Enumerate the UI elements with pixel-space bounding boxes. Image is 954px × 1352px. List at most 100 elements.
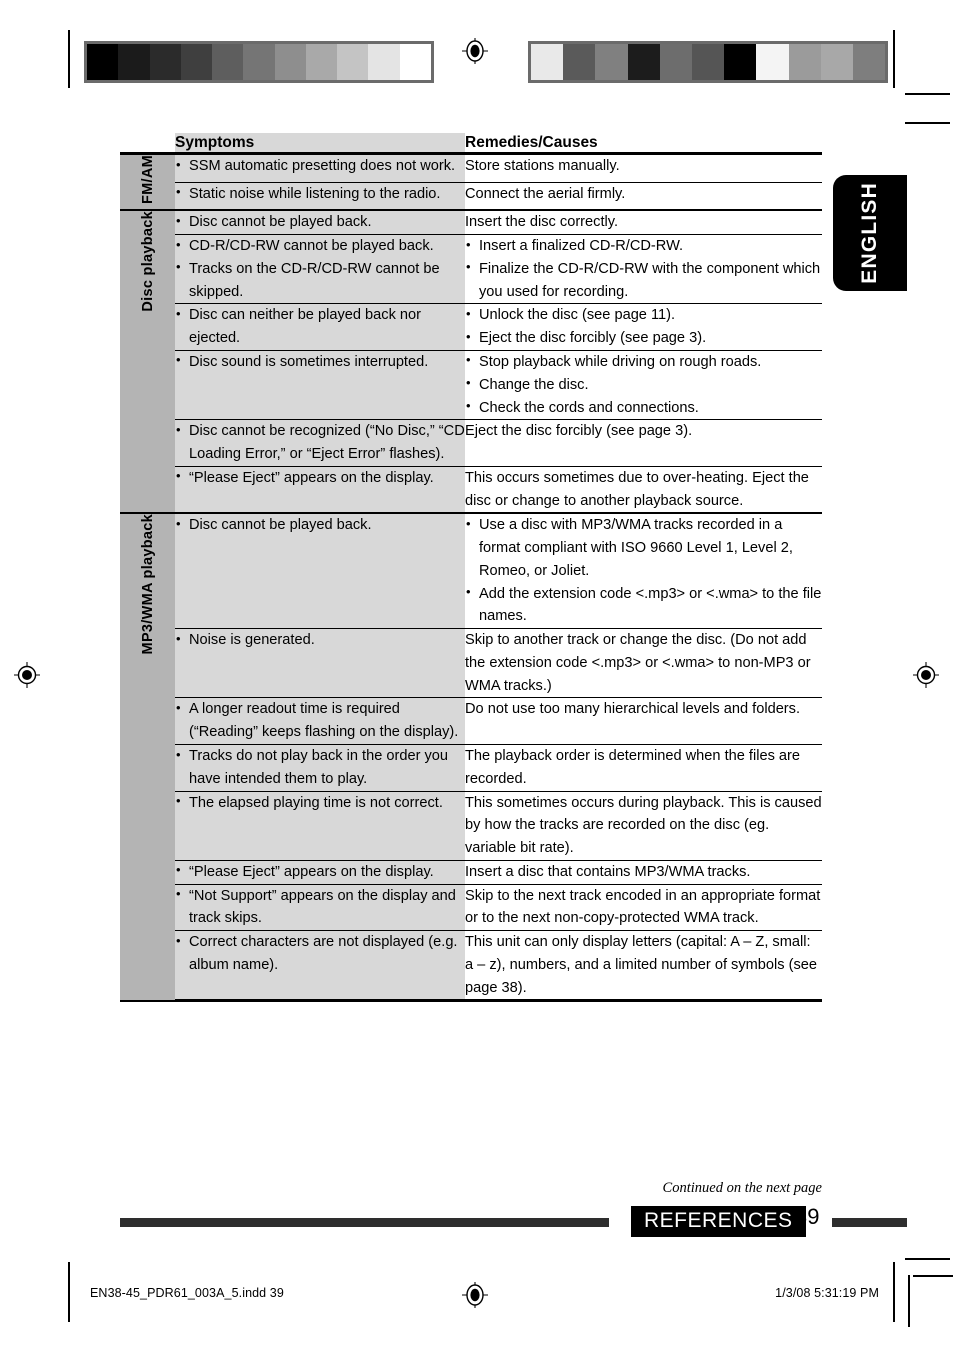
symptom-item: Disc can neither be played back nor ejec… bbox=[175, 304, 465, 350]
symptom-cell: Static noise while listening to the radi… bbox=[175, 182, 465, 212]
remedy-text: Skip to the next track encoded in an app… bbox=[465, 887, 821, 927]
language-tab-label: ENGLISH bbox=[858, 182, 881, 284]
symptom-item: The elapsed playing time is not correct. bbox=[175, 791, 465, 815]
symptom-cell: Correct characters are not displayed (e.… bbox=[175, 930, 465, 1003]
remedy-text: The playback order is determined when th… bbox=[465, 748, 801, 787]
calibration-patch bbox=[724, 44, 757, 80]
remedy-item: Check the cords and connections. bbox=[465, 396, 822, 420]
color-calibration-strip-right bbox=[528, 41, 888, 83]
category-label: FM/AM bbox=[139, 155, 156, 205]
symptom-item: Tracks on the CD-R/CD-RW cannot be skipp… bbox=[175, 257, 465, 304]
symptom-list: SSM automatic presetting does not work. bbox=[175, 155, 465, 178]
symptom-list: Noise is generated. bbox=[175, 629, 465, 652]
calibration-patch bbox=[274, 44, 306, 80]
crop-mark-top-right-h bbox=[905, 93, 950, 95]
calibration-patch bbox=[788, 44, 821, 80]
print-timestamp: 1/3/08 5:31:19 PM bbox=[775, 1286, 879, 1300]
symptom-cell: The elapsed playing time is not correct. bbox=[175, 791, 465, 861]
remedy-text: Connect the aerial firmly. bbox=[465, 185, 626, 202]
category-cell: MP3/WMA playback bbox=[120, 513, 175, 1002]
symptom-list: Static noise while listening to the radi… bbox=[175, 182, 465, 206]
symptom-cell: Tracks do not play back in the order you… bbox=[175, 744, 465, 792]
footer-rule-right bbox=[832, 1218, 907, 1227]
symptom-cell: Disc cannot be played back. bbox=[175, 513, 465, 630]
header-symptoms: Symptoms bbox=[175, 133, 465, 156]
remedy-cell: Store stations manually. bbox=[465, 153, 822, 183]
remedy-item: Unlock the disc (see page 11). bbox=[465, 304, 822, 327]
calibration-patch bbox=[180, 44, 213, 80]
remedy-text: Store stations manually. bbox=[465, 158, 620, 175]
calibration-patch bbox=[852, 44, 886, 80]
remedy-cell: Unlock the disc (see page 11).Eject the … bbox=[465, 303, 822, 351]
calibration-patch bbox=[118, 44, 150, 80]
symptom-cell: Disc cannot be played back. bbox=[175, 210, 465, 236]
table-row: A longer readout time is required (“Read… bbox=[120, 697, 822, 745]
symptom-cell: CD-R/CD-RW cannot be played back.Tracks … bbox=[175, 234, 465, 305]
category-cell: Disc playback bbox=[120, 210, 175, 515]
table-row: Static noise while listening to the radi… bbox=[120, 182, 822, 212]
remedy-text: This occurs sometimes due to over-heatin… bbox=[465, 469, 809, 509]
table-row: Disc sound is sometimes interrupted.Stop… bbox=[120, 350, 822, 421]
symptom-list: Disc cannot be played back. bbox=[175, 514, 465, 537]
remedy-text: Do not use too many hierarchical levels … bbox=[465, 701, 801, 718]
table-row: “Please Eject” appears on the display.Th… bbox=[120, 466, 822, 515]
symptom-list: Disc cannot be played back. bbox=[175, 211, 465, 234]
symptom-item: “Not Support” appears on the display and… bbox=[175, 884, 465, 931]
calibration-patch bbox=[368, 44, 400, 80]
remedy-cell: Insert a finalized CD-R/CD-RW.Finalize t… bbox=[465, 234, 822, 305]
remedy-item: Change the disc. bbox=[465, 373, 822, 397]
remedy-list: Stop playback while driving on rough roa… bbox=[465, 350, 822, 420]
symptom-cell: “Please Eject” appears on the display. bbox=[175, 860, 465, 885]
registration-mark-left bbox=[14, 662, 40, 688]
calibration-patch bbox=[563, 44, 596, 80]
symptom-item: Disc cannot be played back. bbox=[175, 211, 465, 234]
crop-mark-top-right-h2 bbox=[905, 122, 950, 124]
symptom-item: Static noise while listening to the radi… bbox=[175, 182, 465, 206]
crop-mark-top-right bbox=[893, 30, 895, 88]
remedy-cell: This unit can only display letters (capi… bbox=[465, 930, 822, 1003]
color-calibration-strip-left bbox=[84, 41, 434, 83]
remedy-text: This sometimes occurs during playback. T… bbox=[465, 794, 822, 857]
table-row: The elapsed playing time is not correct.… bbox=[120, 791, 822, 861]
symptom-list: “Please Eject” appears on the display. bbox=[175, 860, 465, 884]
symptom-list: CD-R/CD-RW cannot be played back.Tracks … bbox=[175, 235, 465, 303]
footer-page-number: 39 bbox=[795, 1204, 820, 1229]
remedy-text: Insert a disc that contains MP3/WMA trac… bbox=[465, 863, 751, 880]
symptom-list: Tracks do not play back in the order you… bbox=[175, 745, 465, 791]
remedy-cell: Insert a disc that contains MP3/WMA trac… bbox=[465, 860, 822, 885]
registration-mark-bottom-center bbox=[462, 1282, 488, 1308]
crop-mark-bottom-right-v2 bbox=[908, 1275, 910, 1327]
table-row: Noise is generated.Skip to another track… bbox=[120, 628, 822, 699]
calibration-patch bbox=[337, 44, 369, 80]
language-tab-english: ENGLISH bbox=[833, 175, 907, 291]
symptom-item: Noise is generated. bbox=[175, 629, 465, 652]
table-row: Disc can neither be played back nor ejec… bbox=[120, 303, 822, 351]
symptom-item: SSM automatic presetting does not work. bbox=[175, 155, 465, 178]
table-row: “Not Support” appears on the display and… bbox=[120, 884, 822, 932]
remedy-text: Insert the disc correctly. bbox=[465, 214, 619, 231]
symptom-cell: Noise is generated. bbox=[175, 628, 465, 699]
symptom-list: Correct characters are not displayed (e.… bbox=[175, 931, 465, 977]
calibration-patch bbox=[659, 44, 692, 80]
header-category-blank bbox=[120, 133, 175, 156]
category-cell: FM/AM bbox=[120, 153, 175, 212]
remedy-list: Unlock the disc (see page 11).Eject the … bbox=[465, 304, 822, 350]
symptom-cell: “Please Eject” appears on the display. bbox=[175, 466, 465, 515]
remedy-cell: The playback order is determined when th… bbox=[465, 744, 822, 792]
symptom-list: “Not Support” appears on the display and… bbox=[175, 884, 465, 931]
table-header-row: Symptoms Remedies/Causes bbox=[120, 133, 822, 156]
crop-mark-bottom-right-h bbox=[905, 1258, 950, 1260]
continued-note: Continued on the next page bbox=[662, 1180, 822, 1196]
remedy-cell: Eject the disc forcibly (see page 3). bbox=[465, 419, 822, 467]
table-row: CD-R/CD-RW cannot be played back.Tracks … bbox=[120, 234, 822, 305]
remedy-cell: This sometimes occurs during playback. T… bbox=[465, 791, 822, 861]
symptom-cell: SSM automatic presetting does not work. bbox=[175, 153, 465, 183]
remedy-text: Eject the disc forcibly (see page 3). bbox=[465, 423, 693, 440]
remedy-list: Use a disc with MP3/WMA tracks recorded … bbox=[465, 514, 822, 628]
remedy-item: Finalize the CD-R/CD-RW with the compone… bbox=[465, 257, 822, 304]
symptom-item: Disc sound is sometimes interrupted. bbox=[175, 350, 465, 374]
remedy-item: Eject the disc forcibly (see page 3). bbox=[465, 327, 822, 350]
remedy-item: Add the extension code <.mp3> or <.wma> … bbox=[465, 582, 822, 629]
calibration-patch bbox=[243, 44, 275, 80]
category-label: MP3/WMA playback bbox=[139, 514, 156, 655]
